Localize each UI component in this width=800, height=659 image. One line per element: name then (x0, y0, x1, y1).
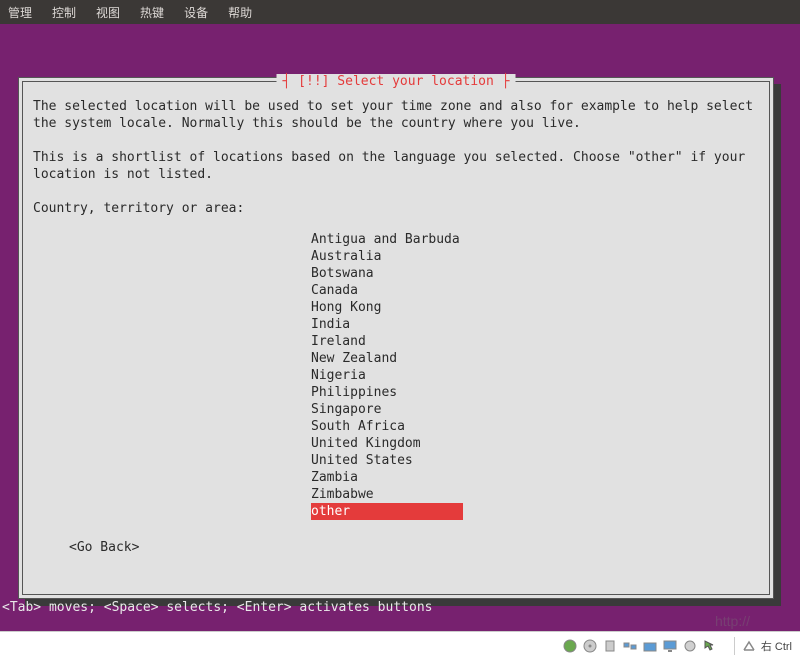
dialog-paragraph-1: The selected location will be used to se… (33, 98, 759, 132)
hostkey-label: 右 Ctrl (761, 638, 792, 654)
country-list[interactable]: Antigua and BarbudaAustraliaBotswanaCana… (311, 231, 759, 520)
country-item[interactable]: other (311, 503, 463, 520)
recording-icon (682, 638, 698, 654)
vm-statusbar: 右 Ctrl (0, 631, 800, 659)
country-item[interactable]: Zimbabwe (311, 486, 759, 503)
country-item[interactable]: Philippines (311, 384, 759, 401)
country-item[interactable]: South Africa (311, 418, 759, 435)
country-item[interactable]: Nigeria (311, 367, 759, 384)
footer-hint: <Tab> moves; <Space> selects; <Enter> ac… (2, 600, 432, 615)
country-item[interactable]: Australia (311, 248, 759, 265)
country-item[interactable]: Botswana (311, 265, 759, 282)
menu-manage[interactable]: 管理 (8, 4, 32, 21)
menu-hotkeys[interactable]: 热键 (140, 4, 164, 21)
mouse-integration-icon (702, 638, 718, 654)
go-back-button[interactable]: <Go Back> (69, 540, 139, 555)
menu-help[interactable]: 帮助 (228, 4, 252, 21)
country-item[interactable]: Canada (311, 282, 759, 299)
menu-devices[interactable]: 设备 (184, 4, 208, 21)
location-dialog: ┤ [!!] Select your location ├ The select… (18, 77, 774, 599)
optical-icon (582, 638, 598, 654)
menu-view[interactable]: 视图 (96, 4, 120, 21)
country-item[interactable]: Ireland (311, 333, 759, 350)
installer-screen: ┤ [!!] Select your location ├ The select… (0, 24, 800, 631)
country-item[interactable]: Antigua and Barbuda (311, 231, 759, 248)
network-icon (622, 638, 638, 654)
dialog-paragraph-2: This is a shortlist of locations based o… (33, 149, 759, 183)
display-icon (662, 638, 678, 654)
country-item[interactable]: Hong Kong (311, 299, 759, 316)
hdd-icon (562, 638, 578, 654)
country-item[interactable]: United Kingdom (311, 435, 759, 452)
country-item[interactable]: India (311, 316, 759, 333)
country-item[interactable]: Zambia (311, 469, 759, 486)
hostkey-icon (741, 638, 757, 654)
vm-menubar: 管理 控制 视图 热键 设备 帮助 (0, 0, 800, 24)
dialog-frame: ┤ [!!] Select your location ├ The select… (22, 81, 770, 595)
country-item[interactable]: Singapore (311, 401, 759, 418)
country-item[interactable]: United States (311, 452, 759, 469)
usb-icon (602, 638, 618, 654)
status-icons (562, 638, 718, 654)
separator (734, 637, 735, 655)
dialog-prompt: Country, territory or area: (33, 200, 759, 217)
country-item[interactable]: New Zealand (311, 350, 759, 367)
shared-folder-icon (642, 638, 658, 654)
menu-control[interactable]: 控制 (52, 4, 76, 21)
dialog-title: ┤ [!!] Select your location ├ (277, 74, 516, 89)
